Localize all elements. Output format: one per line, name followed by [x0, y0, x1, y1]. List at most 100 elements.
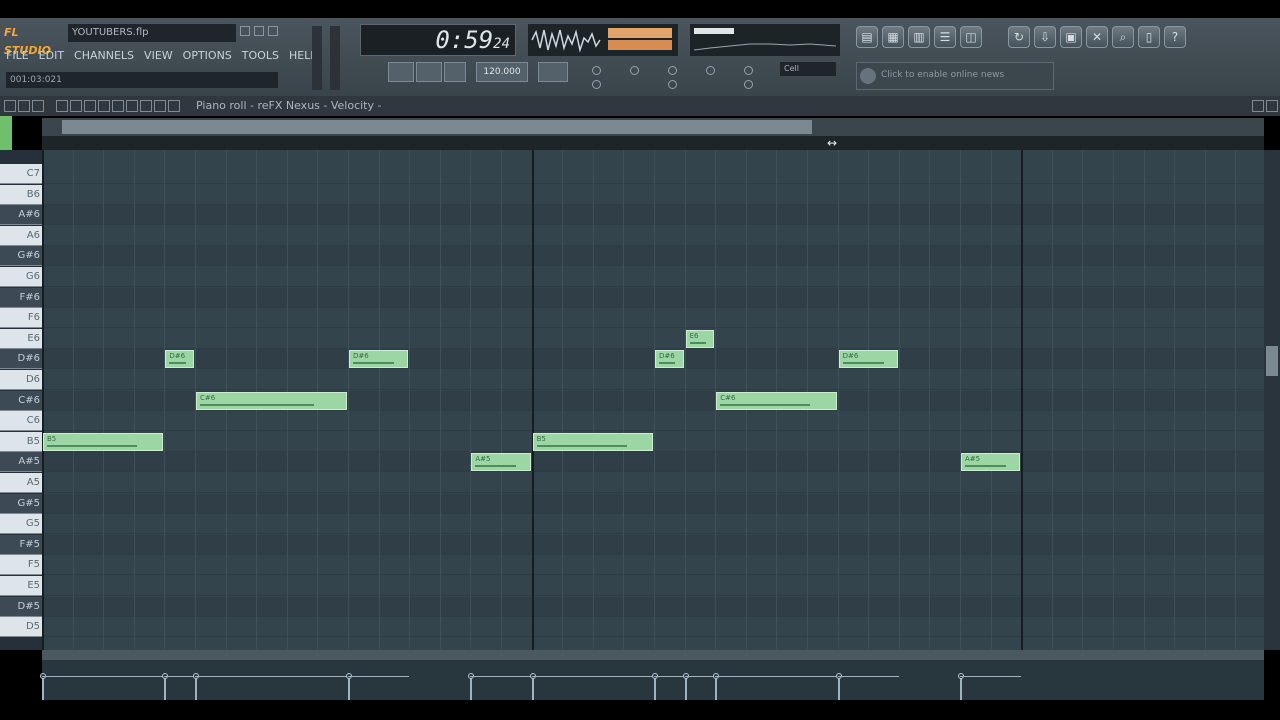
draw-tool-icon[interactable]: [56, 100, 68, 112]
event-editor-divider[interactable]: [42, 650, 1264, 660]
record-button[interactable]: [444, 62, 466, 82]
loop-record-knob[interactable]: [630, 66, 639, 75]
online-news-bar[interactable]: Click to enable online news: [856, 62, 1054, 90]
browser-icon[interactable]: ☰: [934, 26, 956, 48]
velocity-stem[interactable]: [164, 676, 167, 700]
piano-key-gsharp5[interactable]: G#5: [0, 493, 42, 514]
piano-keyboard[interactable]: C7 B6 A#6 A6 G#6 G6 F#6 F6 E6 D#6 D6 C#6 C6 B5 A#5 A5 G#…: [0, 150, 42, 650]
velocity-stem[interactable]: [470, 676, 473, 700]
velocity-stem[interactable]: [837, 676, 840, 700]
note-csharp6[interactable]: C#6: [196, 391, 347, 410]
stop-button[interactable]: [416, 62, 442, 82]
menu-edit[interactable]: EDIT: [37, 46, 66, 66]
select-tool-icon[interactable]: [126, 100, 138, 112]
note-asharp5[interactable]: A#5: [471, 453, 531, 472]
velocity-stem[interactable]: [715, 676, 718, 700]
piano-key-asharp6[interactable]: A#6: [0, 205, 42, 226]
piano-key-c6[interactable]: C6: [0, 411, 42, 432]
delete-tool-icon[interactable]: [84, 100, 96, 112]
piano-key-b6[interactable]: B6: [0, 184, 42, 205]
pause-button[interactable]: [388, 62, 414, 82]
piano-key-fsharp6[interactable]: F#6: [0, 287, 42, 308]
piano-key-dsharp5[interactable]: D#5: [0, 596, 42, 617]
fl-studio-logo[interactable]: FL STUDIO: [4, 24, 64, 57]
maximize-window-icon[interactable]: [1252, 100, 1264, 112]
note-asharp5[interactable]: A#5: [961, 453, 1021, 472]
export-icon[interactable]: ▣: [1060, 26, 1082, 48]
close-window-icon[interactable]: [1266, 100, 1278, 112]
velocity-editor[interactable]: [40, 660, 1264, 700]
zoom-tool-icon[interactable]: [140, 100, 152, 112]
velocity-stem[interactable]: [42, 676, 44, 700]
mixer-icon[interactable]: ◫: [960, 26, 982, 48]
note-dsharp6[interactable]: D#6: [349, 350, 409, 369]
countdown-knob[interactable]: [668, 80, 677, 89]
note-grid[interactable]: B5 D#6 C#6 D#6 A#5 B5 D#6 E6 C#6 D#6 A#5: [42, 150, 1264, 650]
piano-key-csharp6[interactable]: C#6: [0, 390, 42, 411]
piano-key-f5[interactable]: F5: [0, 555, 42, 576]
piano-key-c7[interactable]: C7: [0, 164, 42, 184]
piano-key-b5[interactable]: B5: [0, 431, 42, 452]
piano-key-g6[interactable]: G6: [0, 267, 42, 287]
piano-key-fsharp5[interactable]: F#5: [0, 534, 42, 555]
piano-key-d5[interactable]: D5: [0, 617, 42, 638]
piano-key-a5[interactable]: A5: [0, 473, 42, 493]
wait-input-knob[interactable]: [592, 80, 601, 89]
velocity-stem[interactable]: [348, 676, 350, 700]
typing-keyboard-knob[interactable]: [744, 66, 753, 75]
tools-icon[interactable]: ✕: [1086, 26, 1108, 48]
vertical-scrollbar[interactable]: [1264, 150, 1280, 650]
speaker-icon[interactable]: [168, 100, 180, 112]
piano-key-d6[interactable]: D6: [0, 370, 42, 390]
time-ruler[interactable]: [42, 136, 1264, 150]
pattern-selector[interactable]: [538, 62, 568, 82]
playback-tool-icon[interactable]: [154, 100, 166, 112]
options-icon[interactable]: [4, 100, 16, 112]
piano-key-gsharp6[interactable]: G#6: [0, 246, 42, 267]
menu-options[interactable]: OPTIONS: [181, 46, 234, 66]
velocity-stem[interactable]: [960, 676, 962, 700]
note-b5[interactable]: B5: [532, 432, 653, 451]
minimize-button[interactable]: [240, 26, 250, 36]
horizontal-scroll-thumb[interactable]: [62, 120, 812, 134]
search-icon[interactable]: ⌕: [1112, 26, 1134, 48]
step-sequencer-icon[interactable]: ▦: [882, 26, 904, 48]
magnet-icon[interactable]: [18, 100, 30, 112]
event-editor-toggle[interactable]: [0, 116, 12, 152]
menu-channels[interactable]: CHANNELS: [72, 46, 136, 66]
note-dsharp6[interactable]: D#6: [838, 350, 898, 369]
note-csharp6[interactable]: C#6: [716, 391, 837, 410]
piano-key-a6[interactable]: A6: [0, 225, 42, 246]
piano-key-f6[interactable]: F6: [0, 308, 42, 329]
piano-roll-icon[interactable]: ▥: [908, 26, 930, 48]
piano-key-asharp5[interactable]: A#5: [0, 452, 42, 473]
menu-tools[interactable]: TOOLS: [240, 46, 281, 66]
master-volume-slider[interactable]: [312, 26, 322, 90]
velocity-stem[interactable]: [654, 676, 656, 700]
note-e6[interactable]: E6: [685, 329, 715, 348]
snap-icon[interactable]: [32, 100, 44, 112]
slice-tool-icon[interactable]: [112, 100, 124, 112]
multilink-knob[interactable]: [744, 80, 753, 89]
close-button[interactable]: [268, 26, 278, 36]
menu-view[interactable]: VIEW: [142, 46, 175, 66]
note-dsharp6[interactable]: D#6: [165, 350, 194, 369]
velocity-stem[interactable]: [684, 676, 687, 700]
velocity-stem[interactable]: [531, 676, 534, 700]
vertical-scroll-thumb[interactable]: [1266, 346, 1278, 376]
snap-select[interactable]: Cell: [780, 62, 836, 76]
piano-key-e5[interactable]: E5: [0, 576, 42, 596]
piano-roll-title[interactable]: Piano roll - reFX Nexus - Velocity -: [196, 96, 496, 116]
mute-tool-icon[interactable]: [98, 100, 110, 112]
help-icon[interactable]: ?: [1164, 26, 1186, 48]
piano-key-dsharp6[interactable]: D#6: [0, 349, 42, 370]
note-dsharp6[interactable]: D#6: [655, 350, 684, 369]
restore-button[interactable]: [254, 26, 264, 36]
step-edit-knob[interactable]: [668, 66, 677, 75]
piano-key-g5[interactable]: G5: [0, 514, 42, 535]
refresh-icon[interactable]: ↻: [1008, 26, 1030, 48]
paint-tool-icon[interactable]: [70, 100, 82, 112]
playlist-icon[interactable]: ▤: [856, 26, 878, 48]
metronome-knob[interactable]: [592, 66, 601, 75]
tempo-display[interactable]: 120.000: [476, 62, 528, 82]
